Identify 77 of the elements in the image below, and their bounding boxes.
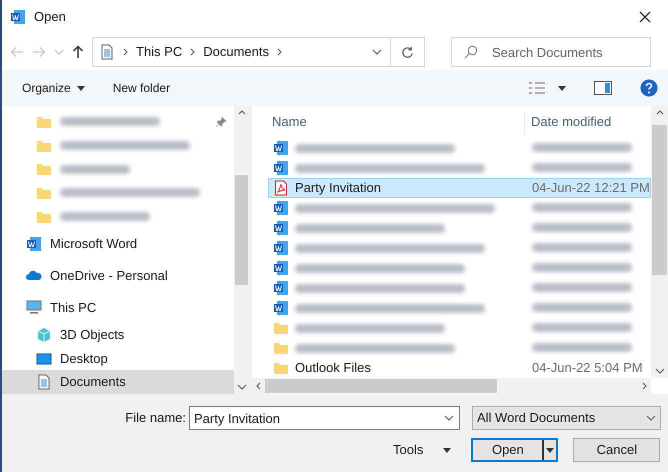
blurred-text	[60, 164, 130, 174]
recent-locations-icon	[54, 49, 64, 55]
word-icon	[273, 280, 289, 296]
word-icon	[10, 9, 26, 25]
word-icon	[273, 140, 289, 156]
scroll-up-icon	[238, 110, 246, 115]
search-field[interactable]: Search Documents	[451, 37, 651, 67]
close-icon	[639, 11, 651, 23]
word-icon	[273, 240, 289, 256]
desktop-icon	[36, 350, 52, 367]
chevron-right-icon	[276, 48, 282, 56]
sidebar-item[interactable]: OneDrive - Personal	[2, 260, 234, 292]
sidebar-item[interactable]: Desktop	[2, 346, 234, 370]
file-row[interactable]: Party Invitation 04-Jun-22 12:21 PM	[268, 178, 651, 198]
horizontal-scrollbar[interactable]	[252, 378, 651, 394]
sidebar-scrollbar[interactable]	[234, 106, 249, 394]
scrollbar-thumb[interactable]	[652, 125, 667, 275]
word-icon	[273, 300, 289, 316]
chevron-right-icon	[123, 48, 128, 56]
folder-icon	[273, 320, 289, 336]
folder-icon	[36, 161, 52, 178]
scroll-right-icon	[642, 382, 647, 390]
word-icon	[26, 236, 42, 252]
word-icon	[273, 220, 289, 236]
folder-icon	[273, 340, 289, 356]
vertical-scrollbar[interactable]	[651, 106, 668, 378]
file-row[interactable]: Outlook Files 04-Jun-22 5:04 PM	[268, 358, 651, 378]
sidebar-item[interactable]: Documents	[2, 370, 234, 394]
tools-button[interactable]: Tools	[393, 438, 452, 462]
chevron-right-icon	[190, 48, 196, 56]
scrollbar-thumb[interactable]	[265, 379, 497, 393]
scroll-left-icon	[256, 382, 261, 390]
breadcrumb-item[interactable]: Documents	[203, 42, 269, 62]
file-name-label: File name:	[124, 409, 187, 428]
word-icon	[273, 260, 289, 276]
caret-icon	[558, 86, 566, 90]
search-icon	[464, 45, 478, 59]
column-header[interactable]: Date modified	[525, 112, 612, 134]
preview-pane-icon[interactable]	[594, 81, 612, 95]
organize-button[interactable]: Organize	[22, 79, 85, 97]
document-icon	[36, 374, 52, 390]
document-icon	[99, 44, 115, 60]
computer-icon	[26, 299, 42, 316]
scroll-up-icon	[656, 110, 664, 115]
address-bar[interactable]: This PC Documents	[92, 37, 425, 67]
sidebar-item[interactable]: 3D Objects	[2, 323, 234, 347]
cancel-button[interactable]: Cancel	[573, 438, 660, 462]
up-arrow-icon[interactable]	[72, 45, 84, 59]
refresh-icon[interactable]	[401, 46, 414, 58]
sidebar-item[interactable]: This PC	[2, 291, 234, 324]
sidebar-item[interactable]: Microsoft Word	[2, 228, 234, 260]
help-icon[interactable]	[640, 79, 658, 97]
pin-icon	[216, 116, 226, 127]
back-arrow-icon[interactable]	[10, 46, 24, 58]
caret-icon	[546, 448, 554, 452]
new-folder-button[interactable]: New folder	[112, 79, 170, 97]
pdf-icon	[273, 180, 289, 196]
folder-icon	[273, 360, 289, 376]
caret-icon	[76, 86, 85, 90]
scroll-down-icon	[236, 384, 246, 390]
file-type-dropdown[interactable]: All Word Documents	[472, 406, 661, 430]
breadcrumb-item[interactable]: This PC	[136, 42, 182, 62]
chevron-down-icon	[372, 49, 382, 55]
word-icon	[273, 200, 289, 216]
chevron-down-icon	[444, 415, 454, 421]
window-title: Open	[34, 8, 66, 26]
scroll-down-icon	[654, 368, 664, 374]
scrollbar-thumb[interactable]	[235, 175, 248, 285]
open-button[interactable]: Open	[471, 438, 558, 462]
file-name-field[interactable]: Party Invitation	[189, 406, 460, 430]
cube-icon	[36, 326, 52, 343]
word-icon	[273, 160, 289, 176]
column-header[interactable]: Name	[268, 112, 525, 134]
caret-icon	[443, 448, 452, 452]
chevron-down-icon	[646, 415, 656, 421]
forward-arrow-icon[interactable]	[32, 46, 46, 58]
view-options-icon[interactable]	[528, 81, 546, 95]
